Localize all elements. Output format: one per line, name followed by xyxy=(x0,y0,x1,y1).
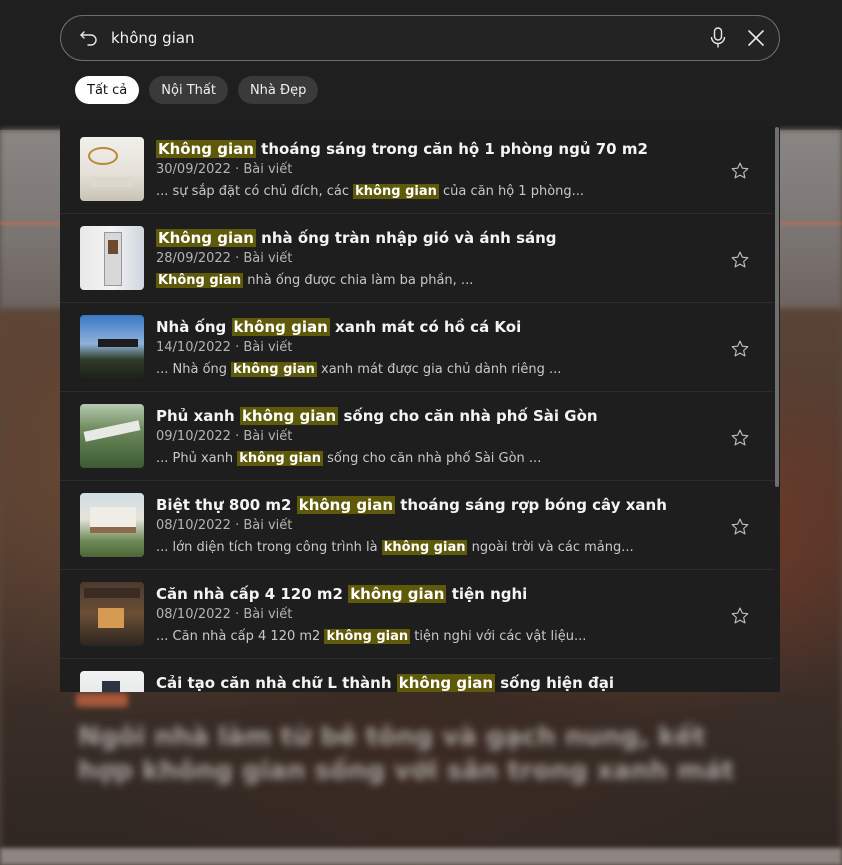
back-arrow-icon xyxy=(80,31,97,46)
bookmark-button[interactable] xyxy=(728,337,752,361)
result-snippet: Không gian nhà ống được chia làm ba phần… xyxy=(156,273,474,288)
result-meta: 08/10/2022 · Bài viết xyxy=(156,518,293,533)
result-title[interactable]: Nhà ống không gian xanh mát có hồ cá Koi xyxy=(156,315,716,339)
bookmark-button[interactable] xyxy=(728,159,752,183)
keyword-highlight: Không gian xyxy=(156,140,256,158)
keyword-highlight: không gian xyxy=(296,496,395,514)
bookmark-button[interactable] xyxy=(728,426,752,450)
search-result-item[interactable]: Không gian nhà ống tràn nhập gió và ánh … xyxy=(60,214,780,303)
result-thumbnail xyxy=(80,226,144,290)
search-result-item[interactable]: Cải tạo căn nhà chữ L thành không gian s… xyxy=(60,659,780,692)
clear-search-button[interactable] xyxy=(733,16,779,60)
star-outline-icon xyxy=(731,518,749,535)
keyword-highlight: không gian xyxy=(396,674,496,692)
result-snippet: ... Phủ xanh không gian sống cho căn nhà… xyxy=(156,451,542,466)
star-outline-icon xyxy=(731,251,749,268)
result-thumbnail xyxy=(80,671,144,692)
result-title[interactable]: Cải tạo căn nhà chữ L thành không gian s… xyxy=(156,671,716,692)
bookmark-button[interactable] xyxy=(728,515,752,539)
close-icon xyxy=(748,30,764,46)
result-meta: 14/10/2022 · Bài viết xyxy=(156,340,293,355)
keyword-highlight: không gian xyxy=(237,451,323,466)
filter-chip-noi-that[interactable]: Nội Thất xyxy=(149,76,228,104)
keyword-highlight: Không gian xyxy=(156,229,256,247)
voice-search-button[interactable] xyxy=(703,16,733,60)
result-meta: 28/09/2022 · Bài viết xyxy=(156,251,293,266)
result-snippet: ... Nhà ống không gian xanh mát được gia… xyxy=(156,362,562,377)
keyword-highlight: không gian xyxy=(231,362,317,377)
star-outline-icon xyxy=(731,607,749,624)
bookmark-button[interactable] xyxy=(728,248,752,272)
search-input[interactable] xyxy=(111,16,703,60)
background-headline: Ngôi nhà làm từ bê tông và gạch nung, kế… xyxy=(78,722,735,786)
results-scrollbar-thumb[interactable] xyxy=(775,127,779,487)
result-meta: 08/10/2022 · Bài viết xyxy=(156,607,293,622)
search-bar xyxy=(60,15,780,61)
keyword-highlight: Không gian xyxy=(156,273,244,288)
star-outline-icon xyxy=(731,162,749,179)
keyword-highlight: không gian xyxy=(381,540,468,555)
search-results-panel: Không gian thoáng sáng trong căn hộ 1 ph… xyxy=(60,125,780,692)
search-result-item[interactable]: Phủ xanh không gian sống cho căn nhà phố… xyxy=(60,392,780,481)
result-thumbnail xyxy=(80,493,144,557)
keyword-highlight: không gian xyxy=(353,184,439,199)
result-title[interactable]: Phủ xanh không gian sống cho căn nhà phố… xyxy=(156,404,716,428)
bookmark-button[interactable] xyxy=(728,604,752,628)
filter-chip-nha-dep[interactable]: Nhà Đẹp xyxy=(237,76,319,104)
search-result-item[interactable]: Không gian thoáng sáng trong căn hộ 1 ph… xyxy=(60,125,780,214)
search-result-item[interactable]: Nhà ống không gian xanh mát có hồ cá Koi… xyxy=(60,303,780,392)
keyword-highlight: không gian xyxy=(231,318,330,336)
keyword-highlight: không gian xyxy=(348,585,447,603)
result-title[interactable]: Không gian nhà ống tràn nhập gió và ánh … xyxy=(156,226,716,250)
filter-chips: Tất cả Nội Thất Nhà Đẹp xyxy=(75,76,319,104)
result-snippet: ... lớn diện tích trong công trình là kh… xyxy=(156,540,634,555)
result-title[interactable]: Không gian thoáng sáng trong căn hộ 1 ph… xyxy=(156,137,716,161)
result-thumbnail xyxy=(80,404,144,468)
microphone-icon xyxy=(710,27,726,48)
result-snippet: ... Căn nhà cấp 4 120 m2 không gian tiện… xyxy=(156,629,587,644)
star-outline-icon xyxy=(731,429,749,446)
result-thumbnail xyxy=(80,582,144,646)
background-footer-band xyxy=(0,848,842,865)
result-thumbnail xyxy=(80,315,144,379)
result-thumbnail xyxy=(80,137,144,201)
search-result-item[interactable]: Biệt thự 800 m2 không gian thoáng sáng r… xyxy=(60,481,780,570)
back-button[interactable] xyxy=(61,16,117,60)
result-title[interactable]: Biệt thự 800 m2 không gian thoáng sáng r… xyxy=(156,493,716,517)
result-meta: 09/10/2022 · Bài viết xyxy=(156,429,293,444)
keyword-highlight: không gian xyxy=(239,407,339,425)
search-result-item[interactable]: Căn nhà cấp 4 120 m2 không gian tiện ngh… xyxy=(60,570,780,659)
filter-chip-all[interactable]: Tất cả xyxy=(75,76,140,104)
background-category-tag xyxy=(76,693,128,707)
star-outline-icon xyxy=(731,340,749,357)
keyword-highlight: không gian xyxy=(324,629,411,644)
result-snippet: ... sự sắp đặt có chủ đích, các không gi… xyxy=(156,184,585,199)
result-title[interactable]: Căn nhà cấp 4 120 m2 không gian tiện ngh… xyxy=(156,582,716,606)
result-meta: 30/09/2022 · Bài viết xyxy=(156,162,293,177)
